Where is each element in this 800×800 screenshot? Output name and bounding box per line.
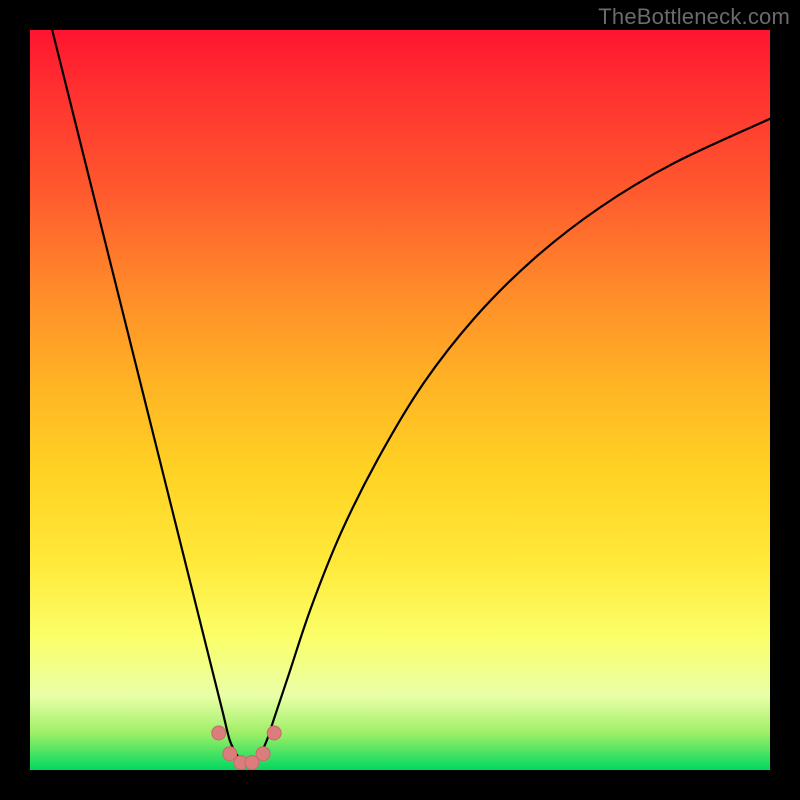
marker-group bbox=[212, 726, 282, 770]
chart-svg bbox=[30, 30, 770, 770]
bottleneck-curve bbox=[52, 30, 770, 764]
curve-marker bbox=[212, 726, 226, 740]
outer-frame: TheBottleneck.com bbox=[0, 0, 800, 800]
watermark-text: TheBottleneck.com bbox=[598, 4, 790, 30]
plot-area bbox=[30, 30, 770, 770]
curve-marker bbox=[256, 747, 270, 761]
curve-marker bbox=[267, 726, 281, 740]
